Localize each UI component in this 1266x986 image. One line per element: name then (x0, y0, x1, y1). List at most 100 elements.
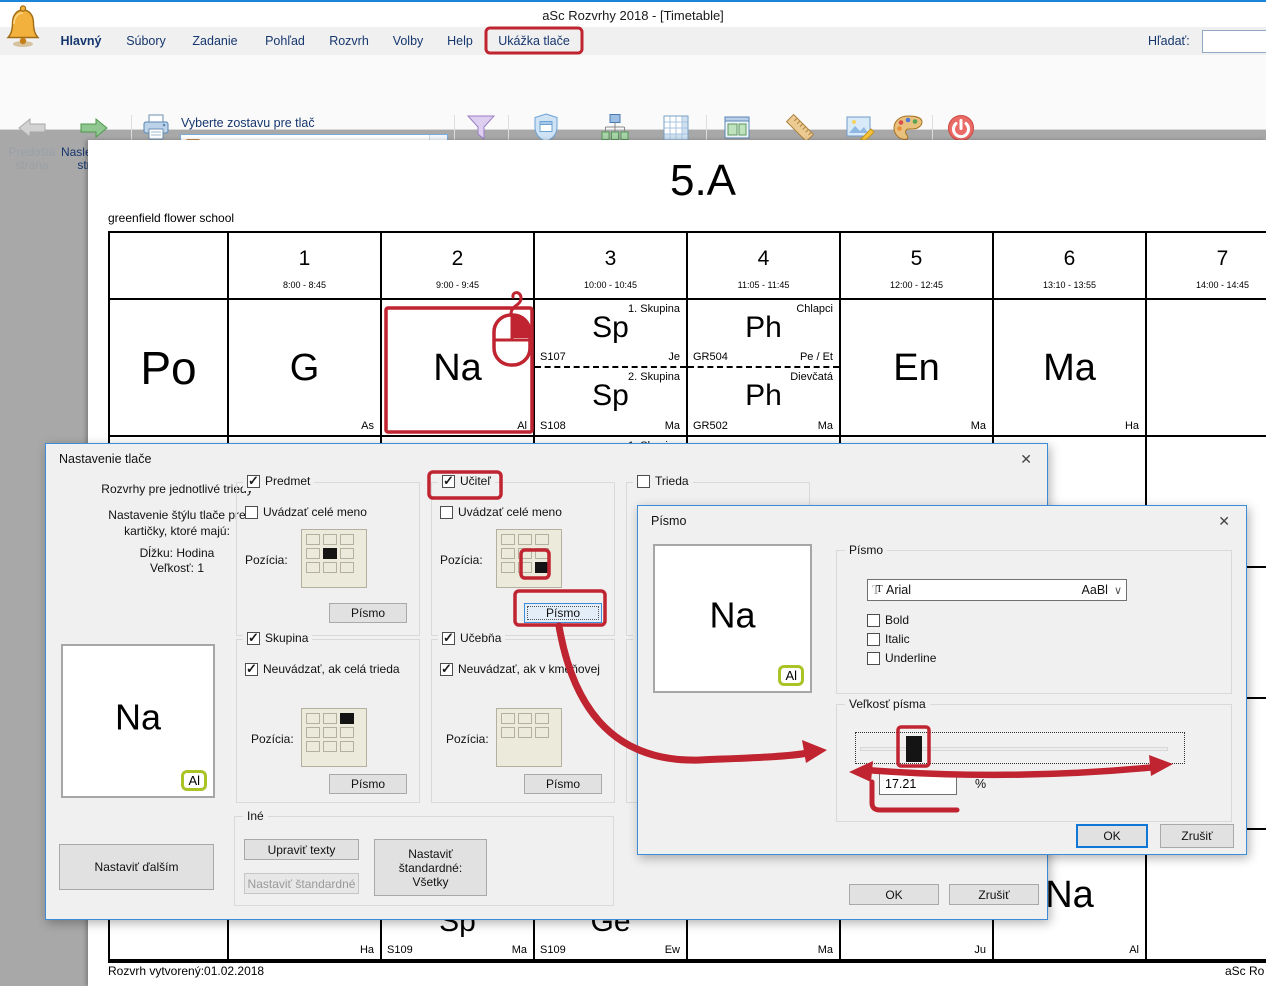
period-number: 3 (605, 247, 617, 271)
set-default-all-button[interactable]: Nastaviť štandardné: Všetky (374, 839, 487, 896)
menu-help[interactable]: Help (440, 27, 480, 55)
room: GR504 (693, 351, 728, 363)
teacher: Ew (665, 944, 680, 956)
teacher-fullname-checkbox[interactable]: Uvádzať celé meno (440, 505, 562, 519)
font-family-combobox[interactable]: TT Arial AaBl ∨ (867, 579, 1127, 601)
menu-volby[interactable]: Volby (384, 27, 432, 55)
teacher: Ma (512, 944, 527, 956)
period-time: 12:00 - 12:45 (841, 280, 992, 290)
timetable-cell[interactable] (1147, 300, 1266, 437)
teacher-checkbox[interactable]: Učiteľ (442, 474, 491, 488)
timetable-cell[interactable]: GAs (229, 300, 382, 437)
period-number: 6 (1064, 247, 1076, 271)
teacher: Ma (971, 420, 986, 432)
subject-group: Predmet Uvádzať celé meno Pozícia: Písmo (236, 482, 420, 636)
chevron-down-icon[interactable]: ∨ (1114, 584, 1122, 597)
classroom-checkbox[interactable]: Učebňa (442, 631, 501, 645)
teacher: Ma (818, 420, 833, 432)
close-icon[interactable]: ✕ (1020, 451, 1032, 468)
room: S107 (540, 351, 566, 363)
teacher-fullname-label: Uvádzať celé meno (458, 505, 562, 519)
slider-thumb[interactable] (906, 736, 922, 762)
room: S109 (540, 944, 566, 956)
subject: Na (433, 349, 482, 387)
menu-zadanie[interactable]: Zadanie (184, 27, 246, 55)
card-preview: Na Al (61, 644, 215, 798)
classroom-font-button[interactable]: Písmo (524, 774, 602, 794)
timetable-cell[interactable]: EnMa (841, 300, 994, 437)
card-preview: Na Al (653, 544, 812, 693)
group-label: Chlapci (796, 303, 833, 315)
subject: Sp (592, 381, 629, 421)
preview-subject: Na (655, 594, 810, 636)
group-checkbox[interactable]: Skupina (247, 631, 308, 645)
group-position-grid[interactable] (301, 708, 367, 767)
preview-teacher-badge: Al (778, 665, 804, 686)
menu-ukazka-tlace[interactable]: Ukážka tlače (488, 27, 580, 55)
timetable-cell[interactable]: 1. SkupinaSpS107Je 2. SkupinaSpS108Ma (535, 300, 688, 437)
page-footer-brand: aSc Ro (1225, 964, 1264, 978)
day-label: Po (140, 341, 196, 395)
ok-button[interactable]: OK (1076, 824, 1148, 848)
italic-checkbox[interactable]: Italic (867, 632, 910, 646)
italic-label: Italic (885, 632, 910, 646)
menu-hlavny[interactable]: Hlavný (56, 27, 106, 55)
subject-checkbox[interactable]: Predmet (247, 474, 310, 488)
subject-position-grid[interactable] (301, 529, 367, 588)
teacher: As (361, 420, 374, 432)
font-size-group-label: Veľkosť písma (845, 697, 930, 711)
group-omit-checkbox[interactable]: Neuvádzať, ak celá trieda (245, 662, 400, 676)
cancel-button[interactable]: Zrušiť (949, 884, 1039, 905)
classroom-omit-checkbox[interactable]: Neuvádzať, ak v kmeňovej (440, 662, 600, 676)
menu-subory[interactable]: Súbory (118, 27, 174, 55)
teacher: Pe / Et (800, 351, 833, 363)
timetable-cell[interactable]: ChlapciPhGR504Pe / Et DievčatáPhGR502Ma (688, 300, 841, 437)
period-number: 2 (452, 247, 464, 271)
close-icon[interactable]: ✕ (1218, 513, 1230, 530)
subject: Ph (745, 381, 782, 421)
underline-checkbox[interactable]: Underline (867, 651, 936, 665)
period-time: 9:00 - 9:45 (382, 280, 533, 290)
edit-texts-button[interactable]: Upraviť texty (244, 839, 359, 860)
set-default-button[interactable]: Nastaviť štandardné (244, 873, 359, 894)
group-font-button[interactable]: Písmo (329, 774, 407, 794)
room: S109 (387, 944, 413, 956)
timetable-cell-annotated[interactable]: NaAl (382, 300, 535, 437)
set-next-button[interactable]: Nastaviť ďalším (59, 844, 214, 890)
class-checkbox-label: Trieda (655, 474, 689, 488)
group-label: 2. Skupina (628, 371, 680, 383)
timetable-header-cell: 18:00 - 8:45 (229, 233, 382, 300)
teacher-font-button[interactable]: Písmo (524, 603, 602, 623)
timetable-header-cell: 714:00 - 14:45 (1147, 233, 1266, 300)
classroom-position-grid[interactable] (496, 708, 562, 767)
teacher-position-grid[interactable] (496, 529, 562, 588)
subject-font-button[interactable]: Písmo (329, 603, 407, 623)
preview-subject: Na (63, 697, 213, 739)
search-input[interactable] (1202, 30, 1266, 53)
font-size-field[interactable]: 17.21 (879, 773, 957, 795)
teacher-group: Učiteľ Uvádzať celé meno Pozícia: Písmo (431, 482, 615, 636)
report-select-label: Vyberte zostavu pre tlač (181, 116, 315, 130)
group-label: Dievčatá (790, 371, 833, 383)
subject-fullname-checkbox[interactable]: Uvádzať celé meno (245, 505, 367, 519)
ok-button[interactable]: OK (849, 884, 939, 905)
timetable-cell[interactable]: Ma Ha (994, 300, 1147, 437)
truetype-icon: TT (872, 582, 886, 598)
menu-rozvrh[interactable]: Rozvrh (322, 27, 376, 55)
font-size-slider[interactable] (855, 732, 1185, 764)
menu-pohlad[interactable]: Pohľad (256, 27, 314, 55)
bold-checkbox[interactable]: Bold (867, 613, 909, 627)
subject: Ma (1043, 349, 1096, 387)
period-time: 10:00 - 10:45 (535, 280, 686, 290)
prev-page-label: Predošlá strana (4, 146, 60, 172)
class-checkbox[interactable]: Trieda (637, 474, 689, 488)
dialog-title: Nastavenie tlače (59, 452, 151, 466)
prev-page-button[interactable]: Predošlá strana (4, 112, 60, 172)
preview-teacher-badge: Al (181, 770, 207, 791)
timetable-header-cell: 613:10 - 13:55 (994, 233, 1147, 300)
teacher: Ha (1125, 420, 1139, 432)
dialog-title: Písmo (651, 514, 686, 528)
subject: Na (1045, 876, 1094, 914)
cancel-button[interactable]: Zrušiť (1160, 824, 1234, 848)
timetable-header-cell: 2 9:00 - 9:45 (382, 233, 535, 300)
